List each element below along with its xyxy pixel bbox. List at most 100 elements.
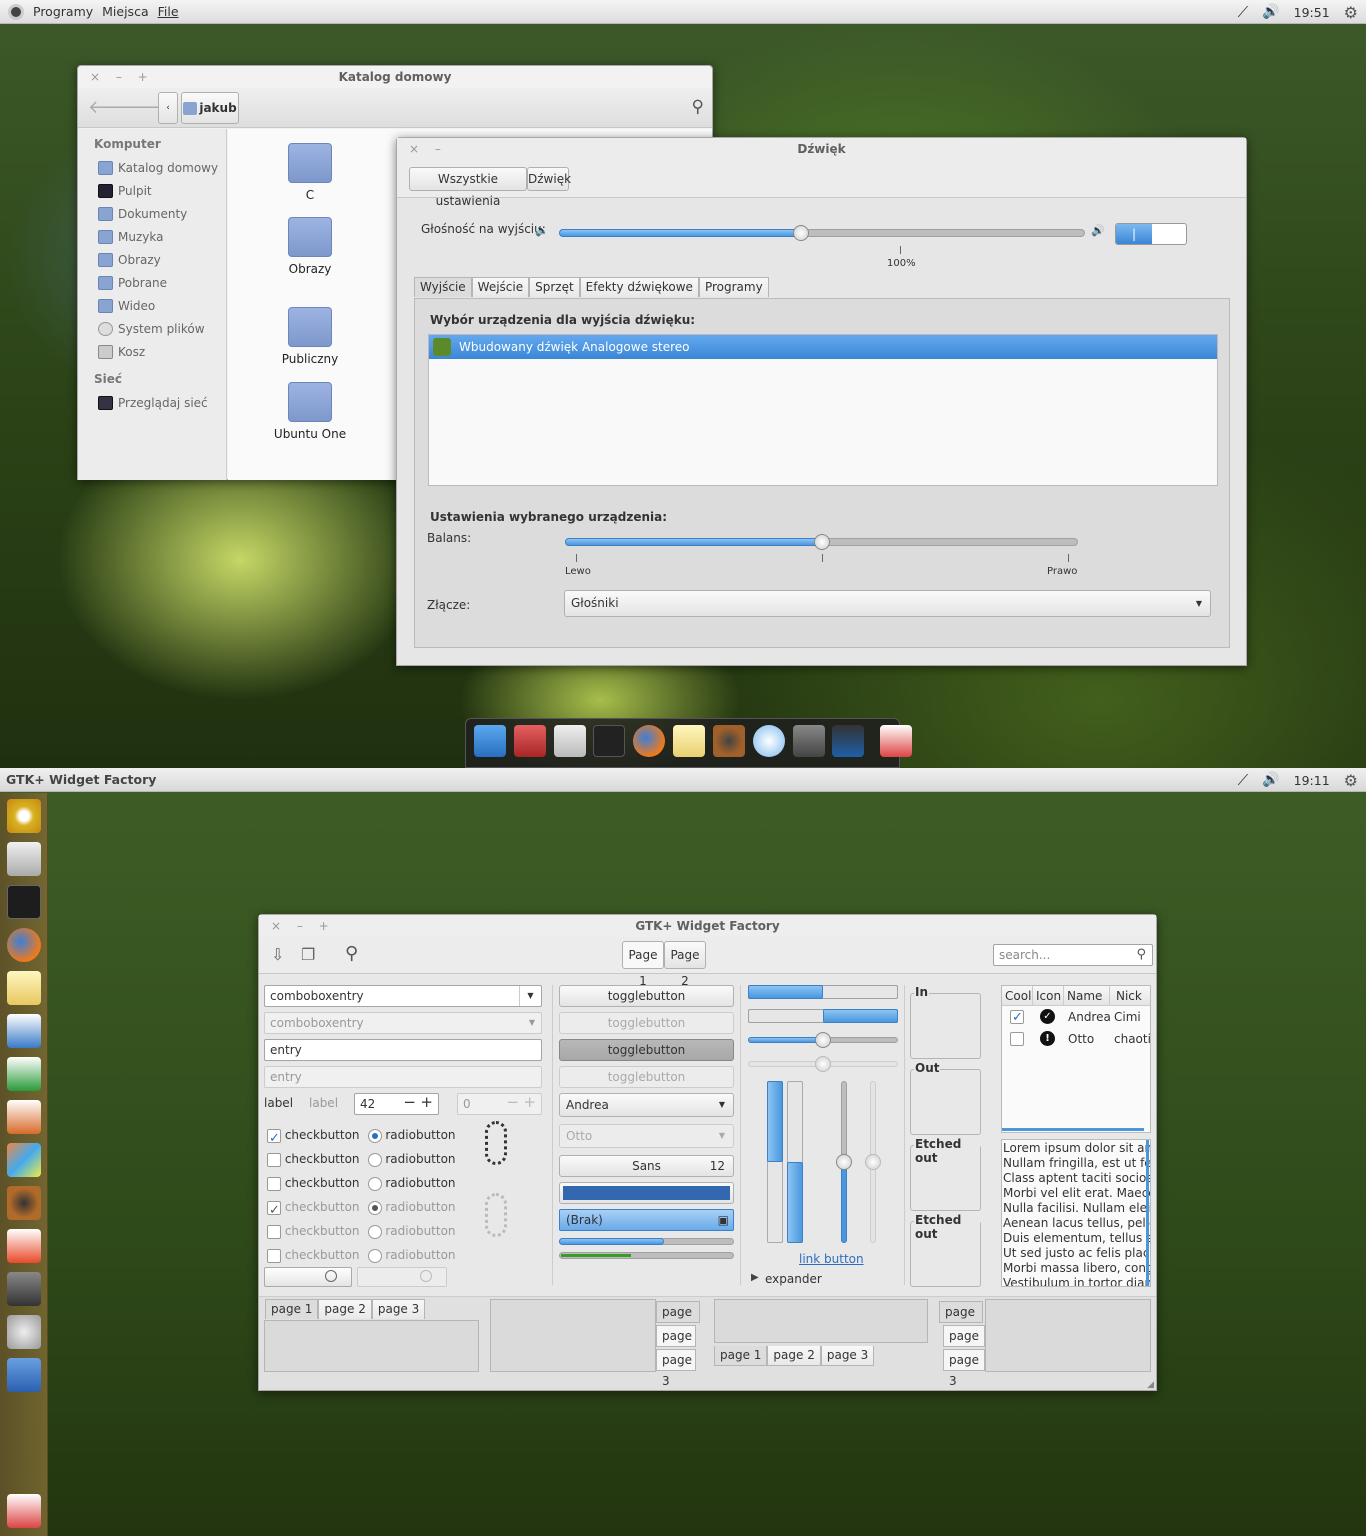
clock[interactable]: 19:51 <box>1294 5 1330 20</box>
checkbutton-checked[interactable]: ✓ <box>267 1128 281 1146</box>
link-button[interactable]: link button <box>799 1252 864 1266</box>
chat-icon[interactable] <box>752 725 785 757</box>
window-controls[interactable]: × – + <box>271 915 335 937</box>
spin-minus-button[interactable]: − <box>403 1092 416 1112</box>
column-nick[interactable]: Nick <box>1110 986 1142 1006</box>
search-entry[interactable]: search... ⚲ <box>993 944 1153 966</box>
folder-item[interactable]: Publiczny <box>265 307 355 366</box>
impress-icon[interactable] <box>6 1100 41 1134</box>
terminal-icon[interactable] <box>593 725 626 757</box>
workspace-switcher-icon[interactable] <box>6 1358 41 1392</box>
sidebar-item-home[interactable]: Katalog domowy <box>94 157 226 180</box>
window-controls[interactable]: × – + <box>90 66 154 88</box>
mute-switch[interactable]: | <box>1115 223 1187 245</box>
device-row-selected[interactable]: Wbudowany dźwięk Analogowe stereo <box>429 335 1217 359</box>
vscale-knob[interactable] <box>836 1154 852 1170</box>
tab-page2[interactable]: page 2 <box>318 1299 372 1319</box>
balance-slider-knob[interactable] <box>813 534 830 550</box>
sidebar-item-videos[interactable]: Wideo <box>94 295 226 318</box>
video-player-icon[interactable] <box>832 725 865 757</box>
togglebutton-active[interactable]: togglebutton <box>559 1039 734 1061</box>
folder-item[interactable]: C <box>265 143 355 202</box>
page1-toggle[interactable]: Page 1 <box>622 941 664 988</box>
volume-icon[interactable]: 🔊 <box>1262 4 1279 20</box>
tab-page1[interactable]: page 1 <box>265 1299 319 1319</box>
copy-icon[interactable]: ❐ <box>301 945 315 964</box>
tab-page3[interactable]: page 3 <box>820 1346 875 1366</box>
tab-page2[interactable]: page 2 <box>656 1325 696 1364</box>
tab-page2[interactable]: page 2 <box>943 1325 985 1364</box>
file-cabinet-icon[interactable] <box>553 725 586 757</box>
image-viewer-icon[interactable] <box>6 1143 41 1177</box>
file-cabinet-icon[interactable] <box>6 842 41 876</box>
calc-icon[interactable] <box>6 1057 41 1091</box>
sidebar-item-music[interactable]: Muzyka <box>94 226 226 249</box>
radiobutton-selected[interactable] <box>367 1128 382 1143</box>
radiobutton[interactable] <box>367 1176 382 1191</box>
tab-page3[interactable]: page 3 <box>656 1349 696 1388</box>
path-left-button[interactable]: ‹ <box>158 92 178 124</box>
resize-grip-icon[interactable]: ◢ <box>1147 1380 1154 1390</box>
tab-output[interactable]: Wyjście <box>414 277 472 297</box>
tab-page1[interactable]: page 1 <box>714 1346 768 1366</box>
ubuntu-logo-icon[interactable] <box>8 3 24 20</box>
tree-row[interactable]: ✓ ✓ Andrea Cimi <box>1002 1006 1150 1028</box>
tab-page3[interactable]: page 3 <box>371 1299 426 1319</box>
hscale-knob[interactable] <box>815 1032 831 1048</box>
tab-page3[interactable]: page 3 <box>943 1349 985 1388</box>
system-settings-icon[interactable] <box>792 725 825 757</box>
tab-page2[interactable]: page 2 <box>767 1346 821 1366</box>
checkbutton[interactable] <box>267 1152 281 1167</box>
screenshot-icon[interactable] <box>880 725 913 757</box>
tab-applications[interactable]: Programy <box>698 277 769 297</box>
gear-icon[interactable] <box>6 1315 41 1349</box>
page2-toggle[interactable]: Page 2 <box>664 941 706 988</box>
tab-page1[interactable]: page 1 <box>656 1301 700 1340</box>
dropdown-arrow-icon[interactable]: ▼ <box>519 986 541 1006</box>
folder-item[interactable]: Ubuntu One <box>265 382 355 441</box>
text-editor-icon[interactable] <box>673 725 706 757</box>
checkbutton[interactable] <box>267 1176 281 1191</box>
menu-programy[interactable]: Programy <box>33 4 93 19</box>
expander-label[interactable]: expander <box>765 1272 822 1286</box>
search-icon[interactable]: ⚲ <box>692 97 704 117</box>
path-button-home[interactable]: jakub <box>181 92 239 124</box>
firefox-icon[interactable] <box>633 725 666 757</box>
sidebar-item-browse-network[interactable]: Przeglądaj sieć <box>94 392 226 415</box>
entry[interactable]: entry <box>264 1039 542 1061</box>
font-button[interactable]: Sans 12 <box>559 1155 734 1177</box>
settings-gear-icon[interactable]: ⚙ <box>1344 3 1358 22</box>
menu-miejsca[interactable]: Miejsca <box>102 4 148 19</box>
dash-home-icon[interactable] <box>6 799 41 833</box>
sidebar-item-desktop[interactable]: Pulpit <box>94 180 226 203</box>
sidebar-item-downloads[interactable]: Pobrane <box>94 272 226 295</box>
volume-slider-knob[interactable] <box>792 225 809 241</box>
trash-icon[interactable] <box>7 1494 41 1528</box>
cool-checkbox-checked[interactable]: ✓ <box>1010 1010 1024 1025</box>
software-center-icon[interactable] <box>513 725 546 757</box>
sidebar-item-pictures[interactable]: Obrazy <box>94 249 226 272</box>
writer-icon[interactable] <box>6 1014 41 1048</box>
column-cool[interactable]: Cool <box>1002 986 1033 1006</box>
software-center-icon[interactable] <box>6 1229 41 1263</box>
cool-checkbox[interactable] <box>1010 1032 1024 1046</box>
column-name[interactable]: Name <box>1064 986 1110 1006</box>
menu-file[interactable]: File <box>158 4 179 19</box>
window-controls[interactable]: × – <box>409 138 447 160</box>
sidebar-item-trash[interactable]: Kosz <box>94 341 226 364</box>
speaker-icon[interactable] <box>712 725 745 757</box>
search-icon[interactable]: ⚲ <box>345 943 358 964</box>
combobox-andrea[interactable]: Andrea ▼ <box>559 1093 734 1117</box>
file-chooser-button[interactable]: (Brak) ▣ <box>559 1209 734 1231</box>
settings-gear-icon[interactable]: ⚙ <box>1344 771 1358 790</box>
spin-plus-button[interactable]: + <box>420 1092 433 1112</box>
spinbutton[interactable]: 42 − + <box>354 1093 439 1115</box>
speaker-icon[interactable] <box>6 1186 41 1220</box>
download-icon[interactable]: ⇩ <box>271 945 284 964</box>
tab-sound-effects[interactable]: Efekty dźwiękowe <box>579 277 699 297</box>
anchor-icon[interactable] <box>474 725 506 757</box>
text-editor-icon[interactable] <box>6 971 41 1005</box>
sound-crumb-button[interactable]: Dźwięk <box>527 167 571 191</box>
all-settings-button[interactable]: Wszystkie ustawienia <box>409 167 527 208</box>
scrollbar[interactable] <box>1146 1140 1149 1286</box>
